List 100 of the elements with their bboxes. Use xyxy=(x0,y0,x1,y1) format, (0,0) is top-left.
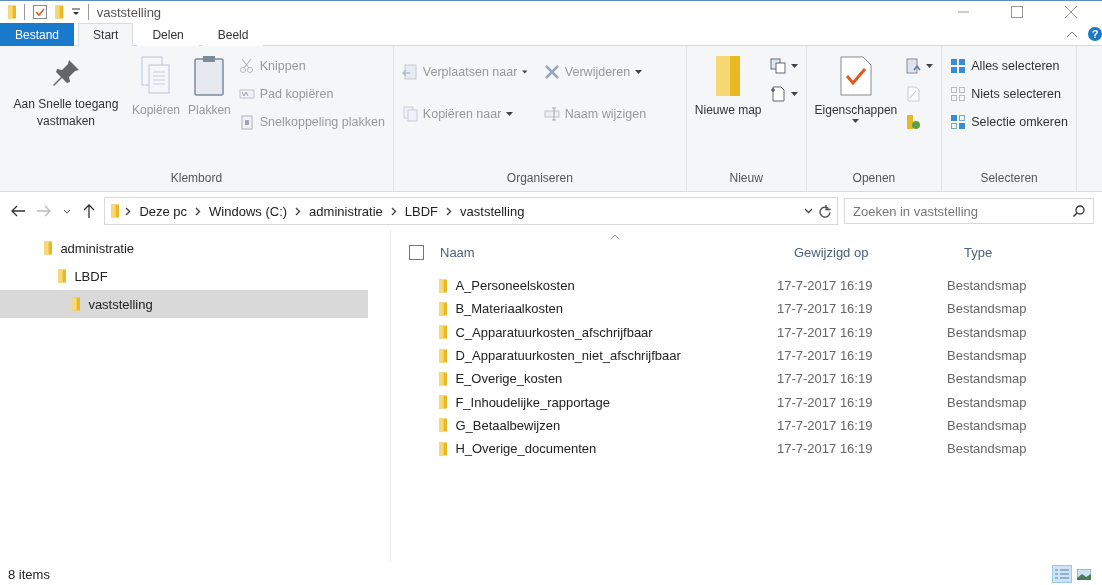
folder-icon xyxy=(8,5,17,19)
chevron-icon xyxy=(390,206,397,216)
modified-date: 17-7-2017 16:19 xyxy=(777,301,873,317)
clipboard-icon xyxy=(194,56,225,96)
ribbon-button[interactable]: Aan Snelle toegang vastmaken xyxy=(6,52,126,171)
file-type: Bestandsmap xyxy=(947,324,1027,340)
ribbon-tab[interactable]: Bestand xyxy=(0,23,75,46)
chevron-icon xyxy=(195,206,202,216)
select-none-icon xyxy=(950,86,967,102)
file-name[interactable]: H_Overige_documenten xyxy=(455,441,597,457)
file-name[interactable]: E_Overige_kosten xyxy=(455,371,563,387)
folder-icon xyxy=(439,325,448,340)
ribbon-button[interactable]: Nieuwe map xyxy=(692,52,764,171)
minimize-icon xyxy=(957,11,969,13)
new-item-icon xyxy=(769,58,786,74)
file-type: Bestandsmap xyxy=(947,441,1027,457)
delete-icon xyxy=(543,64,560,80)
move-icon xyxy=(401,64,418,80)
folder-icon xyxy=(44,241,53,255)
shortcut-icon xyxy=(238,114,255,130)
edit-icon xyxy=(905,86,922,102)
file-type: Bestandsmap xyxy=(947,371,1027,387)
ribbon-button[interactable]: Eigenschappen xyxy=(812,52,900,171)
modified-date: 17-7-2017 16:19 xyxy=(777,348,873,364)
ribbon-button[interactable]: Alles selecteren xyxy=(948,54,1070,78)
modified-date: 17-7-2017 16:19 xyxy=(777,441,873,457)
breadcrumb[interactable]: Deze pc xyxy=(137,203,190,219)
file-type: Bestandsmap xyxy=(947,278,1027,294)
search-icon xyxy=(1073,205,1085,217)
caret-icon xyxy=(926,64,934,68)
ribbon-button[interactable]: Selectie omkeren xyxy=(948,110,1070,134)
folder-icon xyxy=(58,269,67,283)
customize-icon[interactable] xyxy=(71,8,80,16)
properties-icon[interactable] xyxy=(33,5,48,19)
modified-date: 17-7-2017 16:19 xyxy=(777,417,873,433)
item-count: 8 items xyxy=(8,566,50,582)
select-all-checkbox[interactable] xyxy=(409,244,424,260)
group-label: Selecteren xyxy=(979,171,1039,187)
folder-icon xyxy=(439,371,448,386)
column-header[interactable]: Type xyxy=(962,232,1082,272)
folder-icon xyxy=(55,5,64,19)
new-document-icon xyxy=(769,86,786,102)
tree-item[interactable]: vaststelling xyxy=(0,290,368,318)
scissors-icon xyxy=(238,58,255,74)
group-label: Nieuw xyxy=(728,171,764,187)
chevron-icon xyxy=(295,206,302,216)
properties-icon xyxy=(839,56,872,96)
file-type: Bestandsmap xyxy=(947,301,1027,317)
chevron-icon xyxy=(446,206,453,216)
select-all-icon xyxy=(950,58,967,74)
breadcrumb[interactable]: administratie xyxy=(307,203,385,219)
folder-icon xyxy=(439,418,448,433)
folder-icon xyxy=(439,395,448,410)
file-name[interactable]: A_Personeelskosten xyxy=(455,278,575,294)
tree-item[interactable]: LBDF xyxy=(0,262,368,290)
address-bar[interactable]: Deze pc Windows (C:) administratie LBDF vaststelling xyxy=(104,197,838,225)
folder-icon xyxy=(439,301,448,316)
file-type: Bestandsmap xyxy=(947,348,1027,364)
help-button[interactable]: ? xyxy=(1088,27,1102,41)
copy-icon xyxy=(401,106,418,122)
open-icon xyxy=(905,58,922,74)
folder-icon xyxy=(439,441,448,456)
column-header[interactable]: Naam xyxy=(438,232,792,272)
modified-date: 17-7-2017 16:19 xyxy=(777,371,873,387)
group-label: Klembord xyxy=(169,171,224,187)
file-type: Bestandsmap xyxy=(947,417,1027,433)
maximize-icon xyxy=(1011,6,1023,18)
refresh-icon[interactable] xyxy=(819,204,831,218)
column-header[interactable]: Gewijzigd op xyxy=(792,232,962,272)
caret-icon xyxy=(790,64,798,68)
caret-icon xyxy=(852,119,860,123)
dropdown-icon[interactable] xyxy=(804,208,813,214)
file-name[interactable]: D_Apparatuurkosten_niet_afschrijfbaar xyxy=(455,348,681,364)
caret-icon xyxy=(790,92,798,96)
search-field[interactable]: Zoeken in vaststelling xyxy=(844,198,1094,224)
copy-icon xyxy=(141,56,171,96)
folder-icon xyxy=(439,278,448,293)
group-label: Organiseren xyxy=(505,171,574,187)
file-name[interactable]: G_Betaalbewijzen xyxy=(455,417,561,433)
file-name[interactable]: B_Materiaalkosten xyxy=(455,301,564,317)
breadcrumb[interactable]: Windows (C:) xyxy=(207,203,290,219)
ribbon-tab[interactable]: Start xyxy=(78,23,134,46)
chevron-icon xyxy=(125,206,132,216)
caret-icon xyxy=(506,112,514,116)
window-title: vaststelling xyxy=(96,4,162,20)
file-name[interactable]: C_Apparatuurkosten_afschrijfbaar xyxy=(455,324,653,340)
breadcrumb[interactable]: vaststelling xyxy=(458,203,527,219)
caret-icon xyxy=(522,70,528,74)
folder-icon xyxy=(72,297,81,311)
modified-date: 17-7-2017 16:19 xyxy=(777,278,873,294)
ribbon-button[interactable]: Niets selecteren xyxy=(948,82,1070,106)
collapse-icon[interactable] xyxy=(1066,30,1078,38)
breadcrumb[interactable]: LBDF xyxy=(402,203,441,219)
close-icon xyxy=(1065,6,1077,18)
tree-item[interactable]: administratie xyxy=(0,234,368,262)
group-label: Openen xyxy=(851,171,897,187)
folder-icon xyxy=(111,204,120,218)
file-name[interactable]: F_Inhoudelijke_rapportage xyxy=(455,394,611,410)
file-type: Bestandsmap xyxy=(947,394,1027,410)
path-icon xyxy=(238,86,255,102)
